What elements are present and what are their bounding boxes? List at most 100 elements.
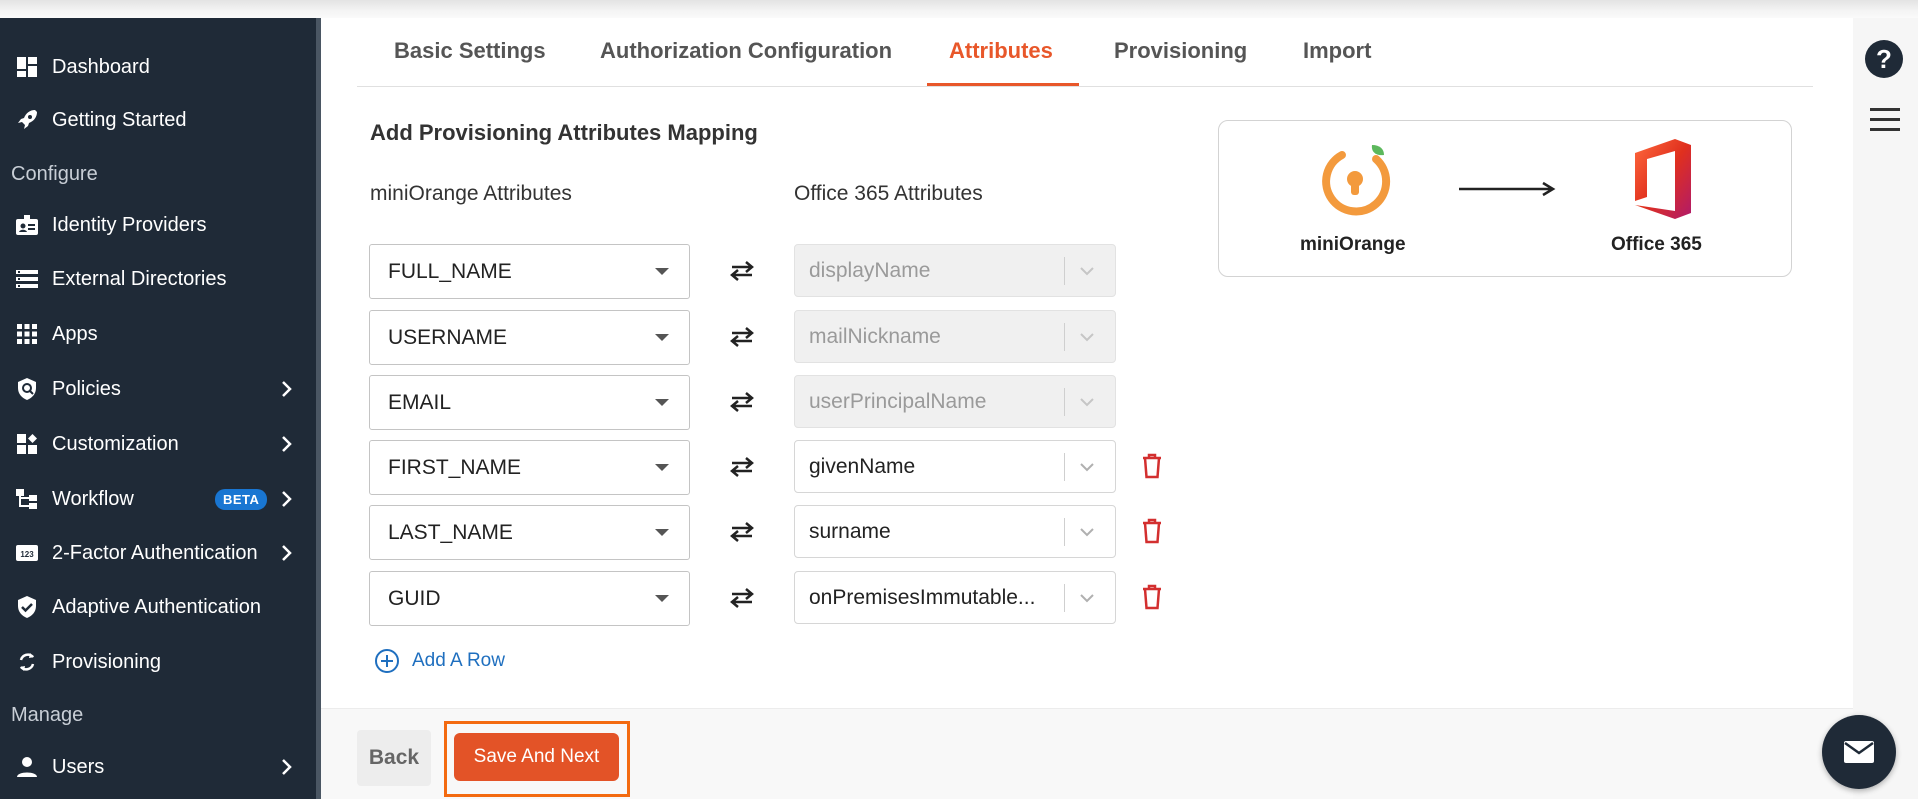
sidebar-item-label: Users (52, 755, 105, 778)
section-configure: Configure (11, 163, 98, 185)
delete-row-icon[interactable] (1141, 584, 1163, 610)
add-row-label: Add A Row (412, 650, 505, 671)
sidebar-item-label: Provisioning (52, 650, 161, 673)
chevron-right-icon (278, 756, 296, 778)
tab-import[interactable]: Import (1303, 38, 1371, 64)
miniorange-logo (1322, 145, 1391, 216)
section-manage: Manage (11, 704, 84, 726)
chevron-right-icon (278, 378, 296, 400)
customization-icon (14, 431, 40, 457)
sidebar-item-label: Apps (52, 322, 98, 345)
sidebar-item-policies[interactable]: Policies (0, 367, 316, 411)
swap-arrows-icon (730, 457, 754, 477)
swap-arrows-icon (730, 327, 754, 347)
sidebar-item-label: Dashboard (52, 55, 150, 78)
sidebar-item-adaptive-authentication[interactable]: Adaptive Authentication (0, 585, 316, 629)
source-attribute-select[interactable]: FULL_NAME (369, 244, 690, 299)
caret-down-icon (655, 334, 669, 341)
help-button[interactable]: ? (1865, 40, 1903, 78)
target-attribute-select[interactable]: onPremisesImmutable... (794, 571, 1116, 624)
arrow-right-icon (1459, 181, 1556, 197)
target-attributes-header: Office 365 Attributes (794, 182, 983, 205)
source-attribute-value: LAST_NAME (388, 520, 513, 544)
sidebar-item-label: Identity Providers (52, 213, 207, 236)
target-attribute-value: givenName (809, 455, 916, 478)
sidebar-item-provisioning[interactable]: Provisioning (0, 640, 316, 684)
sidebar-item-users[interactable]: Users (0, 745, 316, 789)
sidebar: Dashboard Getting Started Configure Iden… (0, 18, 316, 799)
source-attribute-select[interactable]: USERNAME (369, 310, 690, 365)
target-attribute-value: displayName (809, 259, 931, 282)
sidebar-item-identity-providers[interactable]: Identity Providers (0, 203, 316, 247)
caret-down-icon (655, 595, 669, 602)
chevron-down-icon (1080, 594, 1094, 603)
beta-badge: BETA (215, 489, 268, 510)
sidebar-item-label: 2-Factor Authentication (52, 541, 258, 564)
back-button[interactable]: Back (357, 730, 431, 786)
miniorange-label: miniOrange (1300, 234, 1406, 255)
tab-basic-settings[interactable]: Basic Settings (394, 38, 546, 64)
sidebar-item-label: External Directories (52, 267, 227, 290)
delete-row-icon[interactable] (1141, 518, 1163, 544)
caret-down-icon (655, 399, 669, 406)
target-attribute-select[interactable]: surname (794, 505, 1116, 558)
rocket-icon (14, 107, 40, 133)
tab-provisioning[interactable]: Provisioning (1114, 38, 1247, 64)
office-365-logo (1635, 139, 1691, 219)
add-row-button[interactable]: Add A Row (374, 648, 505, 674)
sidebar-item-dashboard[interactable]: Dashboard (0, 45, 316, 89)
source-attribute-value: EMAIL (388, 390, 452, 414)
swap-arrows-icon (730, 588, 754, 608)
office-365-label: Office 365 (1611, 234, 1702, 255)
sidebar-item-workflow[interactable]: Workflow BETA (0, 477, 316, 521)
select-divider (1064, 453, 1065, 481)
target-attribute-value: mailNickname (809, 325, 941, 348)
sidebar-item-label: Getting Started (52, 108, 187, 131)
right-rail (1853, 18, 1918, 799)
directory-list-icon (14, 266, 40, 292)
target-attribute-value: onPremisesImmutable... (809, 586, 1036, 609)
active-tab-indicator (927, 83, 1079, 86)
tabs-divider (357, 86, 1813, 87)
sync-icon (14, 649, 40, 675)
sidebar-item-external-directories[interactable]: External Directories (0, 257, 316, 301)
source-attribute-select[interactable]: EMAIL (369, 375, 690, 430)
caret-down-icon (655, 268, 669, 275)
swap-arrows-icon (730, 392, 754, 412)
target-attribute-select[interactable]: givenName (794, 440, 1116, 493)
id-badge-icon (14, 212, 40, 238)
target-attribute-value: userPrincipalName (809, 390, 987, 413)
source-attribute-value: FULL_NAME (388, 259, 512, 283)
apps-grid-icon (14, 321, 40, 347)
source-attribute-value: USERNAME (388, 325, 508, 349)
swap-arrows-icon (730, 261, 754, 281)
save-and-next-button[interactable]: Save And Next (454, 733, 619, 781)
delete-row-icon[interactable] (1141, 453, 1163, 479)
svg-text:123: 123 (20, 550, 34, 559)
source-attribute-select[interactable]: GUID (369, 571, 690, 626)
sidebar-item-label: Policies (52, 377, 121, 400)
target-attribute-value: surname (809, 520, 891, 543)
select-divider (1064, 388, 1065, 416)
sidebar-item-getting-started[interactable]: Getting Started (0, 98, 316, 142)
sidebar-item-2fa[interactable]: 123 2-Factor Authentication (0, 531, 316, 575)
sidebar-item-customization[interactable]: Customization (0, 422, 316, 466)
chevron-right-icon (278, 433, 296, 455)
tab-attributes[interactable]: Attributes (949, 38, 1053, 64)
source-attribute-value: GUID (388, 586, 441, 610)
target-attribute-select: userPrincipalName (794, 375, 1116, 428)
contact-mail-button[interactable] (1822, 715, 1896, 789)
caret-down-icon (655, 464, 669, 471)
tab-authorization-configuration[interactable]: Authorization Configuration (600, 38, 892, 64)
top-bar-shadow (0, 0, 1918, 18)
source-attribute-select[interactable]: LAST_NAME (369, 505, 690, 560)
source-attribute-select[interactable]: FIRST_NAME (369, 440, 690, 495)
workflow-icon (14, 486, 40, 512)
sidebar-item-apps[interactable]: Apps (0, 312, 316, 356)
menu-button[interactable] (1870, 108, 1900, 132)
target-attribute-select: displayName (794, 244, 1116, 297)
mail-icon (1844, 741, 1874, 763)
chevron-down-icon (1080, 463, 1094, 472)
target-attribute-select: mailNickname (794, 310, 1116, 363)
swap-arrows-icon (730, 522, 754, 542)
